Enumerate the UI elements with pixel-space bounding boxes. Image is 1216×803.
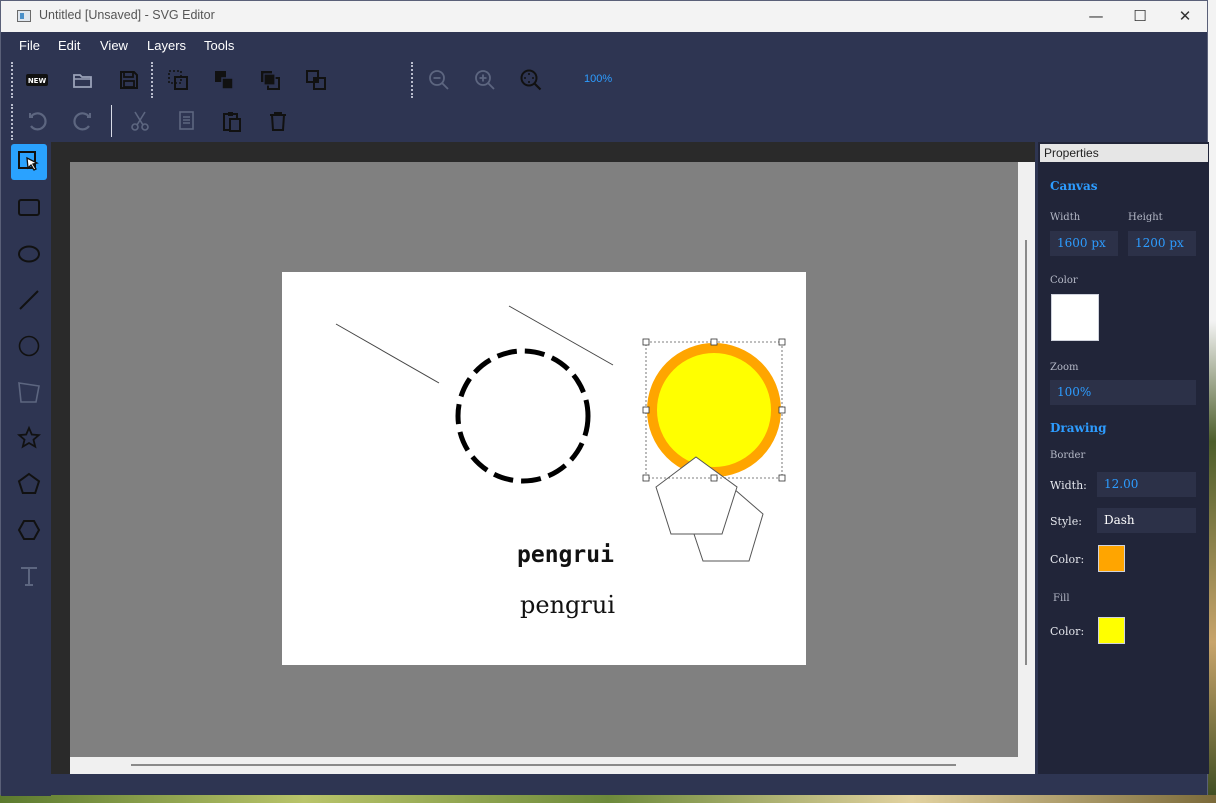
drawing-section-title: Drawing	[1050, 421, 1107, 435]
toolbar-grip-3[interactable]	[411, 62, 413, 98]
dashed-circle-shape[interactable]	[455, 348, 591, 484]
delete-icon[interactable]	[264, 107, 292, 135]
editor-window: Untitled [Unsaved] - SVG Editor — ☐ ✕ Fi…	[0, 0, 1209, 796]
status-bar	[1, 774, 1207, 795]
canvas-width-label: Width	[1050, 212, 1081, 223]
fill-color-swatch[interactable]	[1098, 617, 1125, 644]
canvas-color-swatch[interactable]	[1051, 294, 1099, 341]
redo-icon[interactable]	[69, 107, 97, 135]
border-style-label: Style:	[1050, 515, 1082, 528]
tool-palette	[1, 142, 51, 796]
arrange-icon[interactable]	[302, 66, 330, 94]
toolbar-grip-2[interactable]	[151, 62, 153, 98]
zoom-field[interactable]: 100%	[1050, 380, 1196, 405]
horizontal-scroll-thumb[interactable]	[131, 764, 956, 766]
drawing-canvas[interactable]: pengrui pengrui	[282, 272, 806, 665]
zoom-label: Zoom	[1050, 362, 1079, 373]
menu-tools[interactable]: Tools	[204, 38, 234, 53]
border-color-label: Color:	[1050, 553, 1085, 566]
menu-file[interactable]: File	[19, 38, 40, 53]
text-shape-mono[interactable]: pengrui	[517, 542, 614, 568]
open-folder-icon[interactable]	[69, 66, 97, 94]
canvas-color-label: Color	[1050, 275, 1078, 286]
line-tool-icon[interactable]	[11, 282, 47, 318]
polygon-tool-icon[interactable]	[11, 374, 47, 410]
canvas-height-field[interactable]: 1200 px	[1128, 231, 1196, 256]
fill-color-label: Color:	[1050, 625, 1085, 638]
zoom-in-icon[interactable]	[471, 66, 499, 94]
zoom-fit-icon[interactable]	[517, 66, 545, 94]
paste-icon[interactable]	[218, 107, 246, 135]
toolbar: NEW 100%	[1, 58, 1207, 142]
border-color-swatch[interactable]	[1098, 545, 1125, 572]
svg-text:NEW: NEW	[28, 77, 47, 85]
line-shape-2[interactable]	[508, 305, 614, 366]
send-backward-icon[interactable]	[256, 66, 284, 94]
copy-icon[interactable]	[172, 107, 200, 135]
canvas-height-label: Height	[1128, 212, 1163, 223]
canvas-section-title: Canvas	[1050, 179, 1098, 193]
fill-label: Fill	[1053, 593, 1070, 604]
circle-tool-icon[interactable]	[11, 328, 47, 364]
toolbar-separator	[111, 105, 112, 137]
text-tool-icon[interactable]	[11, 558, 47, 594]
border-style-field[interactable]: Dash	[1097, 508, 1196, 533]
vertical-scroll-thumb[interactable]	[1025, 240, 1027, 665]
hexagon-tool-icon[interactable]	[11, 512, 47, 548]
border-width-field[interactable]: 12.00	[1097, 472, 1196, 497]
bring-forward-icon[interactable]	[210, 66, 238, 94]
minimize-button[interactable]: —	[1082, 5, 1110, 27]
canvas-width-field[interactable]: 1600 px	[1050, 231, 1118, 256]
select-tool-icon[interactable]	[11, 144, 47, 180]
menu-edit[interactable]: Edit	[58, 38, 80, 53]
menu-view[interactable]: View	[100, 38, 128, 53]
save-icon[interactable]	[115, 66, 143, 94]
vertical-scrollbar[interactable]	[1018, 162, 1035, 757]
canvas-viewport[interactable]: pengrui pengrui	[70, 162, 1018, 757]
app-icon	[17, 10, 31, 22]
cut-icon[interactable]	[126, 107, 154, 135]
toolbar-grip[interactable]	[11, 62, 13, 98]
zoom-out-icon[interactable]	[425, 66, 453, 94]
zoom-level-label: 100%	[584, 73, 613, 85]
select-area-icon[interactable]	[164, 66, 192, 94]
border-width-label: Width:	[1050, 479, 1087, 492]
horizontal-scrollbar[interactable]	[70, 757, 1018, 774]
new-icon[interactable]: NEW	[23, 66, 51, 94]
rectangle-tool-icon[interactable]	[11, 190, 47, 226]
ellipse-tool-icon[interactable]	[11, 236, 47, 272]
top-ruler	[71, 142, 1035, 162]
selected-circle-shape[interactable]	[647, 343, 781, 477]
line-shape-1[interactable]	[335, 323, 440, 384]
menu-layers[interactable]: Layers	[147, 38, 186, 53]
title-bar: Untitled [Unsaved] - SVG Editor — ☐ ✕	[1, 1, 1207, 32]
properties-header: Properties	[1040, 144, 1208, 162]
toolbar-grip-4[interactable]	[11, 104, 13, 140]
star-tool-icon[interactable]	[11, 420, 47, 456]
text-shape-serif[interactable]: pengrui	[520, 591, 615, 619]
menu-bar: File Edit View Layers Tools	[1, 32, 1207, 58]
scroll-corner	[1018, 757, 1035, 774]
close-button[interactable]: ✕	[1171, 5, 1199, 27]
border-label: Border	[1050, 450, 1086, 461]
pentagon-tool-icon[interactable]	[11, 466, 47, 502]
maximize-button[interactable]: ☐	[1126, 5, 1154, 27]
properties-panel: Properties Canvas Width Height 1600 px 1…	[1038, 142, 1209, 774]
undo-icon[interactable]	[23, 107, 51, 135]
window-title: Untitled [Unsaved] - SVG Editor	[39, 8, 215, 22]
